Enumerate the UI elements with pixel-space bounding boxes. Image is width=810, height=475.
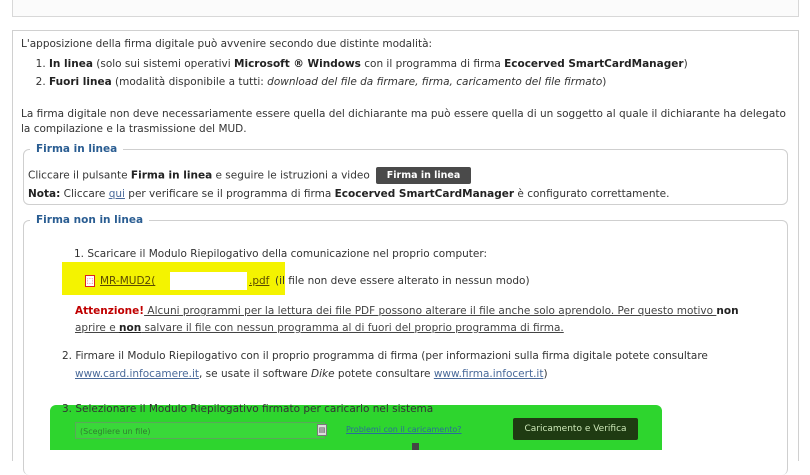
signature-modes-list: In linea (solo sui sistemi operativi Mic… bbox=[25, 55, 688, 91]
download-file-note: (il file non deve essere alterato in nes… bbox=[275, 275, 530, 287]
mode-online-item: In linea (solo sui sistemi operativi Mic… bbox=[49, 55, 688, 73]
mode-offline-post: ) bbox=[602, 76, 607, 88]
warning-text-1: Alcuni programmi per la lettura dei file… bbox=[144, 305, 717, 317]
step1-text: 1. Scaricare il Modulo Riepilogativo del… bbox=[74, 248, 488, 260]
online-section-legend: Firma in linea bbox=[36, 143, 118, 155]
warning-label: Attenzione! bbox=[75, 305, 145, 317]
download-mr-link-ext[interactable]: .pdf bbox=[249, 275, 269, 287]
nota-program: Ecocerved SmartCardManager bbox=[334, 188, 515, 200]
mode-offline-desc: (modalità disponibile a tutti: bbox=[111, 76, 268, 88]
offline-section-legend: Firma non in linea bbox=[36, 214, 144, 226]
firma-in-linea-button[interactable]: Firma in linea bbox=[375, 167, 472, 184]
firma-infocert-link[interactable]: www.firma.infocert.it bbox=[434, 368, 544, 380]
intro-text: L'apposizione della firma digitale può a… bbox=[21, 38, 433, 50]
online-instr-bold: Firma in linea bbox=[130, 169, 213, 182]
warning-non-2: non bbox=[119, 322, 142, 334]
mode-offline-item: Fuori linea (modalità disponibile a tutt… bbox=[49, 73, 688, 91]
upload-verify-button[interactable]: Caricamento e Verifica bbox=[513, 418, 638, 440]
nota-mid: per verificare se il programma di firma bbox=[124, 188, 335, 200]
nota-post: è configurato correttamente. bbox=[514, 188, 670, 200]
step3-text: 3. Selezionare il Modulo Riepilogativo f… bbox=[62, 403, 434, 415]
mode-online-post: ) bbox=[683, 58, 688, 70]
warning-text-2b: salvare il file con nessun programma al … bbox=[141, 322, 564, 334]
step2-post: ) bbox=[543, 368, 548, 380]
browse-file-icon[interactable]: ▤ bbox=[317, 424, 327, 436]
nota-label: Nota: bbox=[28, 188, 61, 200]
online-instr-pre: Cliccare il pulsante bbox=[28, 169, 131, 182]
mode-online-program: Ecocerved SmartCardManager bbox=[504, 58, 684, 70]
step2-dike: Dike bbox=[311, 368, 335, 380]
step2-mid2: potete consultare bbox=[334, 368, 434, 380]
online-instr-post: e seguire le istruzioni a video bbox=[212, 169, 370, 182]
online-nota: Nota: Cliccare qui per verificare se il … bbox=[28, 188, 669, 200]
mode-online-desc: (solo sui sistemi operativi bbox=[92, 58, 235, 70]
pdf-file-icon: ⬚ bbox=[85, 275, 95, 287]
online-signature-section: Firma in linea Cliccare il pulsante Firm… bbox=[23, 143, 788, 205]
mode-offline-steps: download del file da firmare, firma, car… bbox=[267, 76, 603, 88]
download-mr-link[interactable]: MR-MUD2( bbox=[100, 275, 155, 287]
step2-mid: , se usate il software bbox=[199, 368, 312, 380]
file-chooser-input[interactable]: (Scegliere un file) bbox=[75, 422, 325, 439]
cursor-icon bbox=[412, 443, 419, 450]
mode-online-mid: con il programma di firma bbox=[360, 58, 505, 70]
download-file-row: MR-MUD2( .pdf (il file non deve essere a… bbox=[100, 275, 530, 287]
delegation-note: La firma digitale non deve necessariamen… bbox=[21, 108, 786, 135]
nota-pre: Cliccare bbox=[60, 188, 109, 200]
signature-panel: L'apposizione della firma digitale può a… bbox=[12, 30, 799, 475]
step2-line1: 2. Firmare il Modulo Riepilogativo con i… bbox=[62, 350, 708, 362]
card-infocamere-link[interactable]: www.card.infocamere.it bbox=[75, 368, 199, 380]
mode-online-os: Microsoft ® Windows bbox=[234, 58, 361, 70]
step2-line2: www.card.infocamere.it, se usate il soft… bbox=[75, 368, 548, 380]
warning-non-1: non bbox=[716, 305, 739, 317]
redacted-filename bbox=[170, 272, 247, 290]
warning-line2: aprire e non salvare il file con nessun … bbox=[75, 322, 564, 334]
top-panel-edge bbox=[12, 0, 799, 17]
warning-line1: Attenzione! Alcuni programmi per la lett… bbox=[75, 305, 739, 317]
verify-here-link[interactable]: qui bbox=[109, 188, 125, 200]
online-instructions: Cliccare il pulsante Firma in linea e se… bbox=[28, 167, 472, 184]
upload-problems-link[interactable]: Problemi con il caricamento? bbox=[346, 425, 462, 434]
warning-text-2a: aprire e bbox=[75, 322, 120, 334]
mode-offline-title: Fuori linea bbox=[49, 76, 112, 88]
mode-online-title: In linea bbox=[49, 58, 93, 70]
